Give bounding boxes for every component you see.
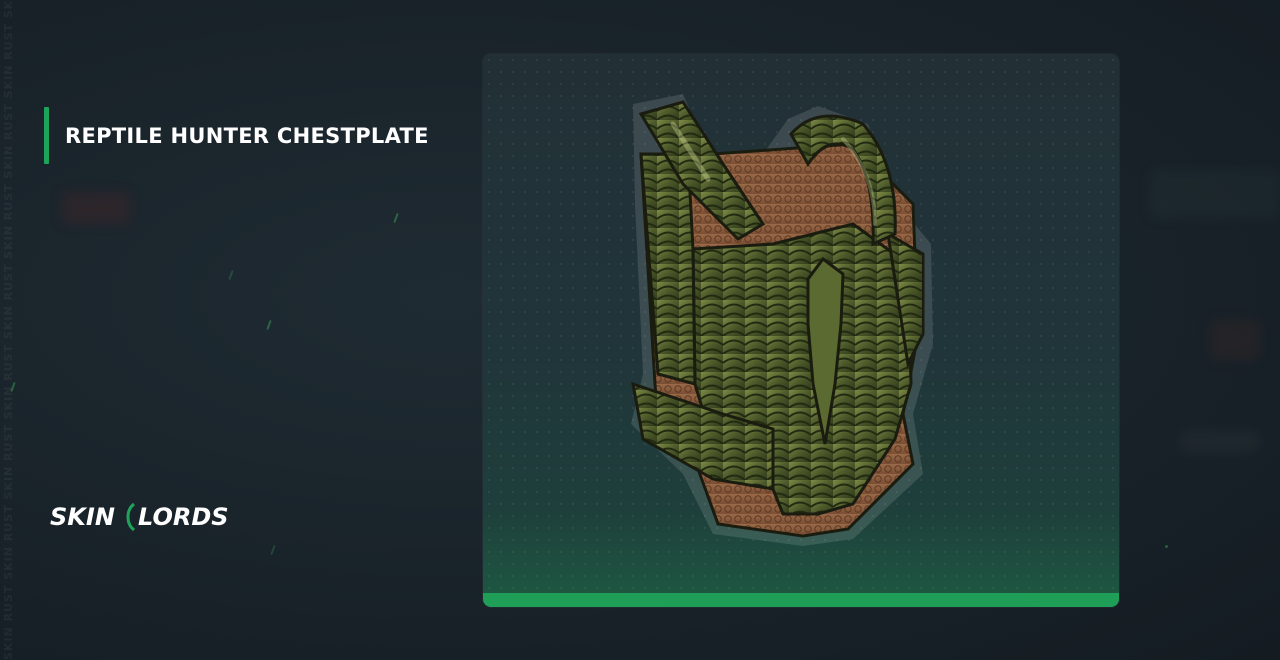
background-spark (228, 269, 234, 281)
reptile-hunter-chestplate-icon (631, 94, 933, 546)
background-spark (393, 212, 399, 224)
rarity-bar (483, 593, 1119, 607)
watermark-text: SKIN RUST SKIN RUST SKIN RUST SKIN RUST … (2, 0, 15, 660)
background-watermark: SKIN RUST SKIN RUST SKIN RUST SKIN RUST … (2, 0, 18, 660)
background-blur-shape (1150, 170, 1280, 218)
background-spark (270, 544, 276, 556)
item-title-block: REPTILE HUNTER CHESTPLATE (44, 107, 429, 164)
title-accent-bar (44, 107, 49, 164)
background-blur-shape (62, 192, 130, 224)
background-blur-shape (1180, 430, 1260, 454)
item-name: REPTILE HUNTER CHESTPLATE (65, 123, 429, 148)
skinlords-logo: SKIN LORDS (50, 500, 250, 532)
background-blur-shape (1210, 320, 1260, 360)
background-spark (266, 319, 272, 331)
background-spark (1164, 544, 1169, 549)
logo-claw-icon (126, 502, 136, 532)
skinlords-logo-svg: SKIN LORDS (50, 502, 229, 532)
item-card (483, 54, 1119, 607)
logo-text-skin: SKIN (50, 503, 115, 531)
logo-text-lords: LORDS (138, 503, 229, 531)
